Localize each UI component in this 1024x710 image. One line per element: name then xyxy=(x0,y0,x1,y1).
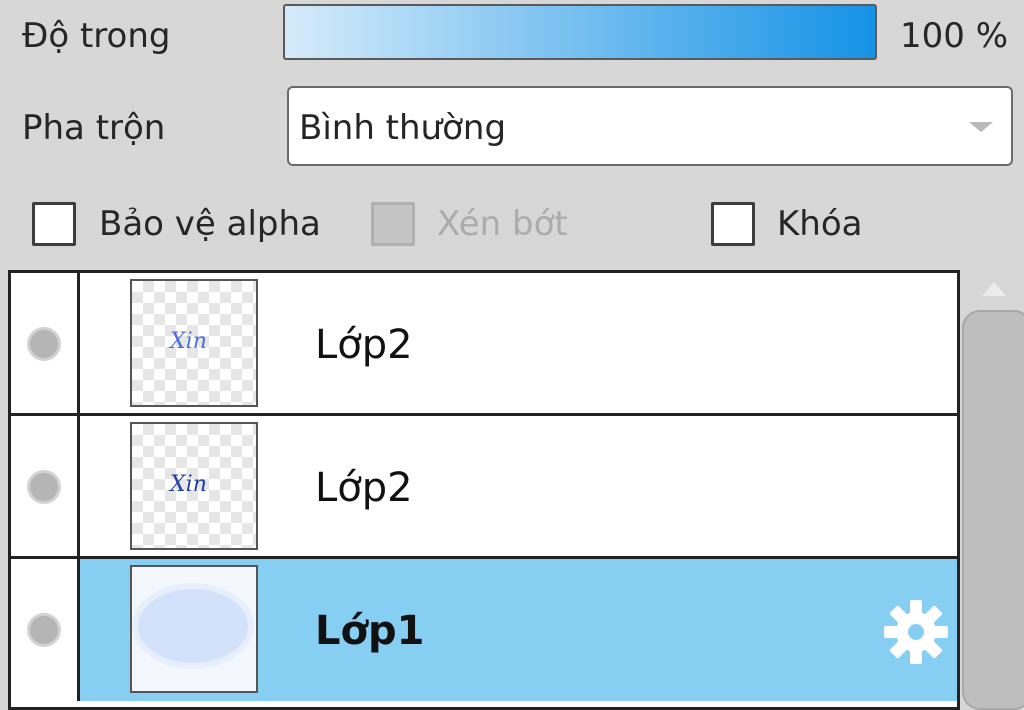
chevron-down-icon xyxy=(969,122,993,132)
visibility-toggle-icon[interactable] xyxy=(27,613,61,647)
lock-checkbox[interactable] xyxy=(711,202,755,246)
protect-alpha-label: Bảo vệ alpha xyxy=(99,204,321,244)
visibility-column xyxy=(11,559,80,701)
visibility-column xyxy=(11,273,80,415)
opacity-slider[interactable] xyxy=(283,4,877,60)
protect-alpha-checkbox[interactable] xyxy=(32,202,76,246)
blend-mode-select[interactable]: Bình thường xyxy=(287,86,1013,166)
scrollbar-thumb[interactable] xyxy=(962,310,1024,710)
thumbnail-cloud xyxy=(138,589,248,663)
thumbnail-text: Xin xyxy=(170,329,207,354)
blend-mode-label: Pha trộn xyxy=(22,108,166,148)
thumbnail-text: Xin xyxy=(170,472,207,497)
opacity-label: Độ trong xyxy=(22,16,171,56)
visibility-column xyxy=(11,416,80,558)
layer-row[interactable]: Xin Lớp2 xyxy=(11,416,957,558)
clip-label: Xén bớt xyxy=(437,204,568,244)
lock-label: Khóa xyxy=(777,204,863,244)
gear-icon[interactable] xyxy=(883,599,949,665)
visibility-toggle-icon[interactable] xyxy=(27,470,61,504)
clip-checkbox[interactable] xyxy=(371,202,415,246)
layer-name[interactable]: Lớp2 xyxy=(315,466,413,510)
layer-thumbnail: Xin xyxy=(130,422,258,550)
layer-thumbnail xyxy=(130,565,258,693)
layer-name[interactable]: Lớp1 xyxy=(315,609,424,653)
layer-thumbnail: Xin xyxy=(130,279,258,407)
layer-row-selected[interactable]: Lớp1 xyxy=(11,559,957,701)
layer-list[interactable]: Xin Lớp2 Xin Lớp2 Lớp1 xyxy=(8,270,960,710)
layer-name[interactable]: Lớp2 xyxy=(315,323,413,367)
layer-row[interactable]: Xin Lớp2 xyxy=(11,273,957,415)
opacity-value: 100 % xyxy=(900,16,1009,56)
blend-mode-value: Bình thường xyxy=(299,108,507,148)
scroll-up-arrow-icon[interactable] xyxy=(982,282,1006,296)
visibility-toggle-icon[interactable] xyxy=(27,327,61,361)
